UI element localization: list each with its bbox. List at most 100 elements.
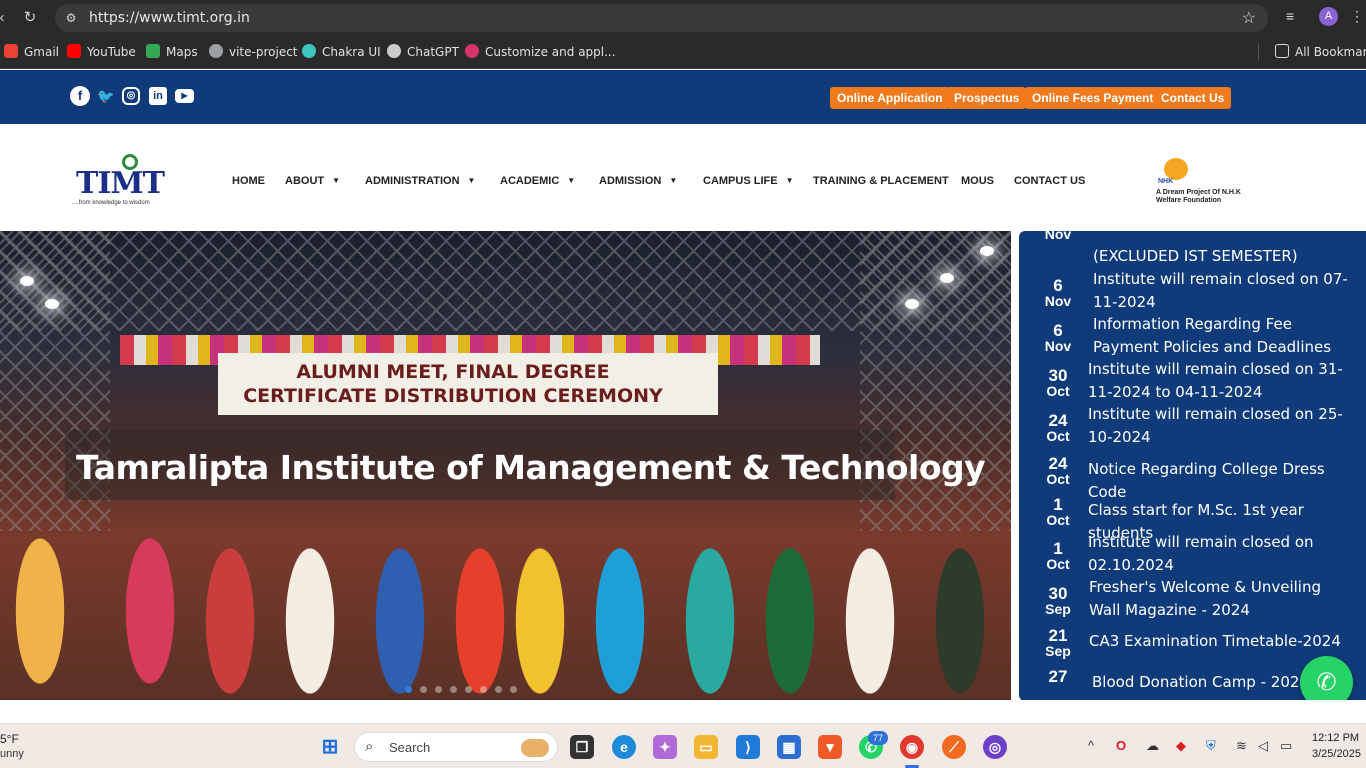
bookmark-label: Maps [166, 45, 198, 59]
facebook-icon[interactable]: f [70, 86, 90, 106]
stage-light [980, 246, 994, 256]
address-bar[interactable]: ⚙ https://www.timt.org.in ☆ [55, 4, 1268, 32]
notice-day: 1 [1053, 495, 1063, 514]
globe-icon [209, 44, 223, 58]
nav-mous[interactable]: MOUS [961, 175, 994, 187]
slider-dot[interactable] [465, 686, 472, 693]
notice-text: Notice Regarding College Dress Code [1088, 460, 1325, 501]
notice-month: Nov [1044, 231, 1072, 242]
prospectus-button[interactable]: Prospectus [947, 87, 1027, 109]
notice-day: 21 [1048, 626, 1068, 645]
onedrive-icon[interactable]: ☁ [1146, 738, 1159, 754]
github-desktop-icon[interactable]: ◎ [983, 735, 1007, 759]
opera-icon[interactable]: O [1116, 738, 1126, 753]
caret-down-icon: ▼ [669, 176, 678, 185]
file-explorer-icon[interactable]: ▭ [694, 735, 718, 759]
slider-dot[interactable] [405, 686, 412, 693]
show-hidden-icons-icon[interactable]: ^ [1088, 738, 1094, 753]
timt-logo[interactable]: TIMT ....from knowledge to wisdom [72, 154, 165, 210]
clock-time[interactable]: 12:12 PM [1312, 732, 1359, 744]
slider-dot[interactable] [450, 686, 457, 693]
banner-line-2: CERTIFICATE DISTRIBUTION CEREMONY [243, 385, 663, 407]
back-icon[interactable]: ‹ [0, 8, 12, 28]
whatsapp-icon: ✆ [1316, 669, 1337, 696]
notice-board[interactable]: Nov (EXCLUDED IST SEMESTER) 6 Nov Institu… [1019, 231, 1366, 701]
instagram-icon[interactable]: ◎ [122, 87, 140, 105]
brave-icon[interactable]: ▼ [818, 735, 842, 759]
bookmark-label: Gmail [24, 45, 60, 59]
menu-icon[interactable]: ⋮ [1350, 8, 1364, 25]
postman-icon[interactable]: ⟋ [942, 735, 966, 759]
windows-start-icon[interactable]: ⊞ [318, 735, 342, 759]
copilot-icon[interactable]: ✦ [653, 735, 677, 759]
notice-month: Oct [1046, 556, 1070, 572]
notice-day: 6 [1053, 321, 1063, 340]
site-settings-icon[interactable]: ⚙ [63, 10, 79, 26]
task-view-icon[interactable]: ❐ [570, 735, 594, 759]
all-bookmarks-label: All Bookmarks [1295, 45, 1366, 59]
hero-slider[interactable]: ALUMNI MEET, FINAL DEGREE CERTIFICATE DI… [0, 231, 1011, 700]
security-shield-icon[interactable]: ⛨ [1206, 738, 1216, 754]
bookmarks-bar: Gmail YouTube Maps vite-project Chakra U… [0, 35, 1366, 69]
linkedin-icon[interactable]: in [149, 87, 167, 105]
bookmark-chakra-ui[interactable]: Chakra UI [302, 44, 381, 59]
bookmark-gmail[interactable]: Gmail [4, 44, 59, 59]
bookmark-label: ChatGPT [407, 45, 459, 59]
slider-dot[interactable] [435, 686, 442, 693]
bookmark-customize[interactable]: Customize and appl... [465, 44, 616, 59]
vscode-icon[interactable]: ⟩ [736, 735, 760, 759]
maps-icon [146, 44, 160, 58]
chrome-icon[interactable]: ◉ [900, 735, 924, 759]
nav-training-placement[interactable]: TRAINING & PLACEMENT [813, 175, 949, 187]
nhk-foundation-logo[interactable]: NHK A Dream Project Of N.H.K Welfare Fou… [1156, 156, 1246, 206]
bookmark-maps[interactable]: Maps [146, 44, 198, 59]
all-bookmarks[interactable]: All Bookmarks [1275, 44, 1366, 59]
notice-day: 24 [1048, 454, 1068, 473]
notice-date: 6 Nov [1031, 322, 1085, 354]
event-banner: ALUMNI MEET, FINAL DEGREE CERTIFICATE DI… [218, 353, 718, 415]
url-text[interactable]: https://www.timt.org.in [89, 10, 250, 26]
slider-dot[interactable] [420, 686, 427, 693]
clock-date[interactable]: 3/25/2025 [1312, 748, 1361, 760]
notice-text: Institute will remain closed on 07-11-20… [1093, 270, 1348, 311]
nav-administration[interactable]: ADMINISTRATION ▼ [365, 175, 475, 187]
nav-home[interactable]: HOME [232, 175, 265, 187]
notice-month: Nov [1044, 293, 1072, 309]
microsoft-store-icon[interactable]: ▦ [777, 735, 801, 759]
online-application-button[interactable]: Online Application [830, 87, 950, 109]
nav-about[interactable]: ABOUT ▼ [285, 175, 340, 187]
slider-dot[interactable] [480, 686, 487, 693]
nav-contact-us[interactable]: CONTACT US [1014, 175, 1085, 187]
weather-condition[interactable]: unny [0, 748, 24, 760]
taskbar-search[interactable]: ⌕ Search [354, 732, 558, 762]
nav-label: MOUS [961, 175, 994, 187]
bookmark-star-icon[interactable]: ☆ [1242, 8, 1256, 28]
notice-text: (EXCLUDED IST SEMESTER) [1093, 247, 1298, 265]
nav-academic[interactable]: ACADEMIC ▼ [500, 175, 575, 187]
contact-us-button[interactable]: Contact Us [1154, 87, 1232, 109]
edge-icon[interactable]: e [612, 735, 636, 759]
notice-text: Institute will remain closed on 02.10.20… [1088, 533, 1314, 574]
twitter-icon[interactable]: 🐦 [96, 86, 116, 106]
site-topbar: f 🐦 ◎ in ▶ Online Application Prospectus… [0, 70, 1366, 124]
media-control-icon[interactable]: ≡ [1286, 8, 1294, 24]
youtube-social-icon[interactable]: ▶ [175, 89, 194, 103]
reload-icon[interactable]: ↻ [20, 8, 40, 28]
volume-icon[interactable]: ◁ [1258, 738, 1268, 754]
nav-label: HOME [232, 175, 265, 187]
bookmark-vite-project[interactable]: vite-project [209, 44, 298, 59]
slider-dot[interactable] [495, 686, 502, 693]
battery-icon[interactable]: ▭ [1280, 738, 1292, 754]
nav-campus-life[interactable]: CAMPUS LIFE ▼ [703, 175, 793, 187]
bookmark-youtube[interactable]: YouTube [67, 44, 136, 59]
profile-avatar[interactable]: A [1319, 7, 1338, 26]
notice-date: 6 Nov [1031, 277, 1085, 309]
wifi-icon[interactable]: ≋ [1236, 738, 1247, 754]
caret-down-icon: ▼ [567, 176, 576, 185]
nav-admission[interactable]: ADMISSION ▼ [599, 175, 677, 187]
bookmark-chatgpt[interactable]: ChatGPT [387, 44, 459, 59]
slider-dot[interactable] [510, 686, 517, 693]
anydesk-icon[interactable]: ◆ [1176, 738, 1186, 754]
online-fees-payment-button[interactable]: Online Fees Payment [1025, 87, 1161, 109]
weather-temperature[interactable]: 5°F [0, 732, 19, 746]
